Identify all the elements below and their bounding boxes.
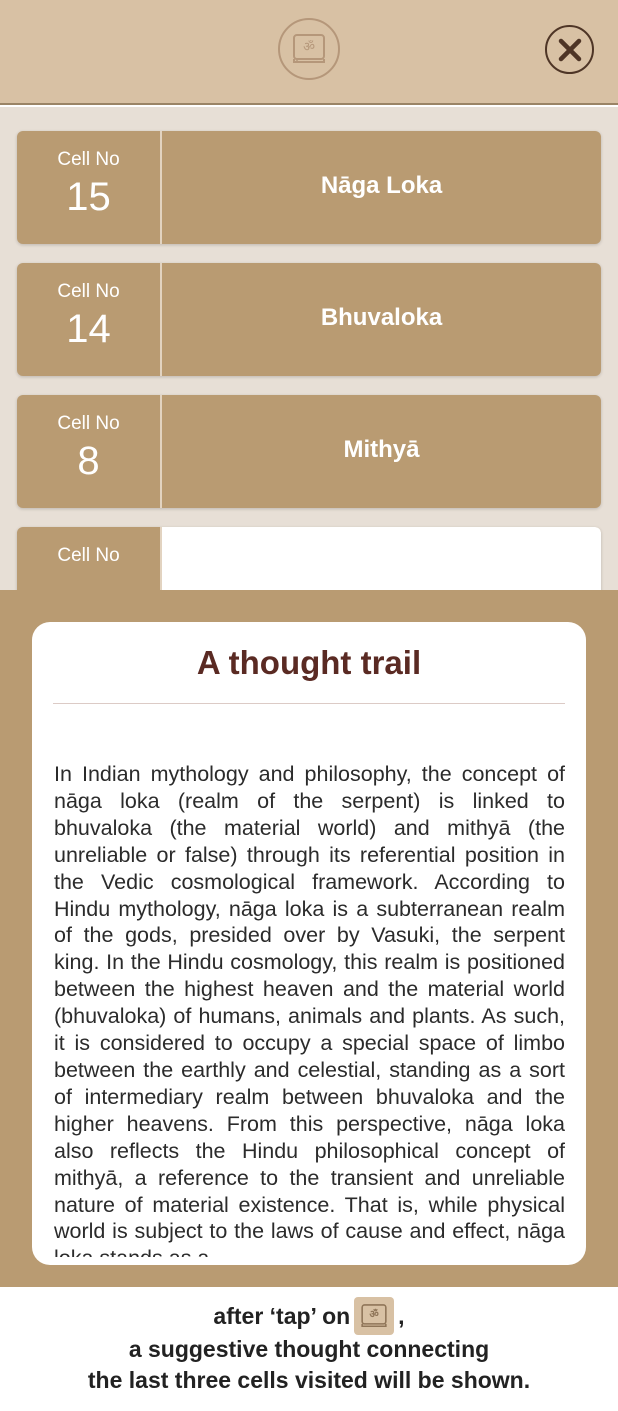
cell-number: 14 — [66, 307, 111, 351]
caption-line-2: a suggestive thought connecting — [128, 1336, 490, 1362]
thought-panel: A thought trail In Indian mythology and … — [0, 590, 618, 1287]
list-item[interactable]: Cell No 15 Nāga Loka — [17, 131, 601, 244]
cell-label: Cell No — [57, 281, 120, 302]
thought-title: A thought trail — [196, 644, 422, 681]
svg-text:ॐ: ॐ — [303, 40, 315, 55]
cell-name — [162, 527, 601, 590]
cell-label: Cell No — [57, 149, 120, 170]
cell-name: Nāga Loka — [320, 171, 443, 199]
cell-number-box: Cell No 14 — [17, 263, 162, 376]
thought-card[interactable]: A thought trail In Indian mythology and … — [32, 622, 586, 1265]
cell-number-box: Cell No — [17, 527, 162, 590]
close-button[interactable] — [545, 25, 594, 74]
top-bar: ॐ — [0, 0, 618, 105]
cell-name: Bhuvaloka — [320, 303, 443, 331]
cell-label: Cell No — [57, 545, 120, 566]
om-book-icon[interactable]: ॐ — [278, 18, 340, 80]
cell-label: Cell No — [57, 413, 120, 434]
divider — [53, 703, 565, 704]
close-icon — [558, 38, 581, 61]
visited-cells-list[interactable]: Cell No 15 Nāga Loka Cell No 14 Bhuvalok… — [0, 107, 618, 590]
cell-name: Mithyā — [343, 435, 420, 463]
om-book-icon: ॐ — [354, 1297, 395, 1335]
cell-number-box: Cell No 8 — [17, 395, 162, 508]
caption-line-1: after ‘tap’ on ॐ , — [0, 1297, 618, 1335]
cell-number: 8 — [77, 439, 100, 483]
cell-number-box: Cell No 15 — [17, 131, 162, 244]
list-item[interactable]: Cell No 14 Bhuvaloka — [17, 263, 601, 376]
list-item[interactable]: Cell No 8 Mithyā — [17, 395, 601, 508]
thought-body: In Indian mythology and philosophy, the … — [54, 762, 565, 1257]
svg-text:ॐ: ॐ — [369, 1309, 379, 1321]
list-item[interactable]: Cell No — [17, 527, 601, 590]
caption-text-before-icon: after ‘tap’ on — [213, 1302, 351, 1329]
cell-number: 15 — [66, 175, 111, 219]
caption-line-3: the last three cells visited will be sho… — [87, 1367, 531, 1393]
caption-text-after-icon: , — [398, 1302, 405, 1329]
caption: after ‘tap’ on ॐ , a suggestive thought … — [0, 1287, 618, 1411]
